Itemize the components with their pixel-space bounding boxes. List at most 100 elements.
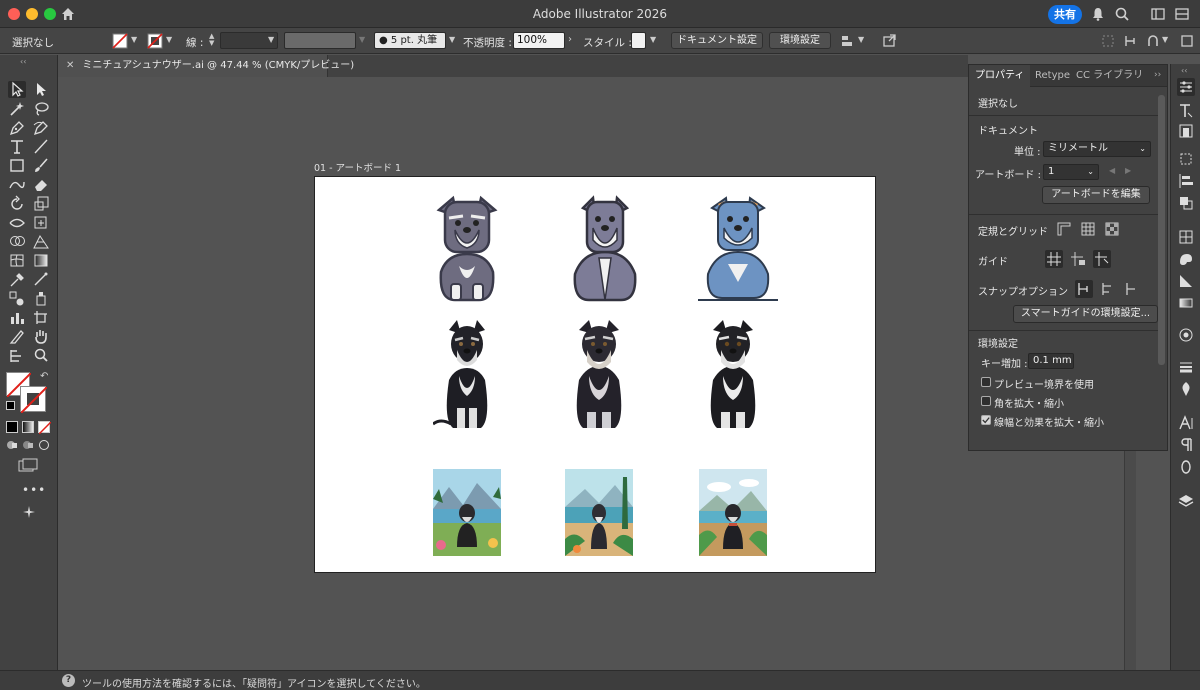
fill-swatch-icon[interactable]: [112, 33, 128, 49]
hand-tool-icon[interactable]: [32, 328, 50, 345]
edit-artboard-button[interactable]: アートボードを編集: [1042, 186, 1150, 204]
scale-strokes-checkbox[interactable]: [981, 415, 991, 425]
flat-schnauzer-illustration[interactable]: [565, 192, 645, 302]
panel-collapse-icon[interactable]: ››: [1154, 70, 1161, 80]
landscape-schnauzer-illustration[interactable]: [699, 469, 767, 556]
selection-tool-icon[interactable]: [8, 81, 26, 98]
flat-schnauzer-illustration[interactable]: [698, 192, 778, 302]
symbols-panel-icon[interactable]: [1177, 380, 1195, 398]
tab-retype[interactable]: Retype: [1029, 65, 1076, 87]
ruler-icon[interactable]: [1055, 220, 1073, 238]
align-panel-icon[interactable]: [1177, 172, 1195, 190]
grid-icon[interactable]: [1079, 220, 1097, 238]
measure-tool-icon[interactable]: [32, 271, 50, 288]
tab-cc-libraries[interactable]: CC ライブラリ: [1070, 65, 1149, 87]
gradient-tool-icon[interactable]: [32, 252, 50, 269]
chevron-down-icon[interactable]: ▼: [131, 35, 137, 44]
rectangle-tool-icon[interactable]: [8, 157, 26, 174]
slice-tool-icon[interactable]: [8, 328, 26, 345]
artboard-select[interactable]: 1 ⌄: [1043, 164, 1099, 180]
collapse-panel-icon[interactable]: ‹‹: [20, 57, 26, 66]
chevron-down-icon[interactable]: ▼: [449, 35, 455, 44]
workspace-switcher-icon[interactable]: [1150, 6, 1166, 22]
smart-guides-preferences-button[interactable]: スマートガイドの環境設定...: [1013, 305, 1158, 323]
panel-scrollbar[interactable]: [1158, 95, 1165, 365]
search-icon[interactable]: [1114, 6, 1130, 22]
document-tab[interactable]: ✕ ミニチュアシュナウザー.ai @ 47.44 % (CMYK/プレビュー): [58, 55, 354, 77]
landscape-schnauzer-illustration[interactable]: [565, 469, 633, 556]
transform-panel-icon[interactable]: [1177, 150, 1195, 168]
shape-builder-tool-icon[interactable]: [8, 233, 26, 250]
stroke-color-swatch[interactable]: [20, 386, 47, 413]
zoom-tool-icon[interactable]: [32, 347, 50, 364]
generative-ai-icon[interactable]: [22, 505, 36, 519]
opentype-panel-icon[interactable]: [1177, 458, 1195, 476]
snap-icon[interactable]: [1124, 34, 1138, 48]
eraser-tool-icon[interactable]: [32, 176, 50, 193]
transparency-grid-icon[interactable]: [1103, 220, 1121, 238]
retype-panel-icon[interactable]: [1177, 102, 1195, 120]
lasso-tool-icon[interactable]: [32, 100, 50, 117]
preview-bounds-checkbox[interactable]: [981, 377, 991, 387]
artboard[interactable]: [314, 176, 876, 573]
color-mode-icon[interactable]: [6, 421, 18, 433]
chevron-right-icon[interactable]: ›: [568, 34, 572, 45]
scale-corners-checkbox[interactable]: [981, 396, 991, 406]
stroke-panel-icon[interactable]: [1177, 358, 1195, 376]
magnet-icon[interactable]: [1146, 34, 1160, 48]
color-panel-icon[interactable]: [1177, 228, 1195, 246]
landscape-schnauzer-illustration[interactable]: [433, 469, 501, 556]
draw-normal-icon[interactable]: [6, 439, 18, 451]
show-guides-icon[interactable]: [1045, 250, 1063, 268]
snap-to-glyph-icon[interactable]: [1123, 280, 1141, 298]
mesh-tool-icon[interactable]: [8, 252, 26, 269]
realistic-schnauzer-illustration[interactable]: [699, 320, 767, 432]
chevron-down-icon[interactable]: ▼: [858, 35, 864, 44]
previous-artboard-icon[interactable]: ◀: [1109, 166, 1115, 175]
more-tools-icon[interactable]: •••: [22, 483, 46, 497]
default-colors-icon[interactable]: [6, 401, 15, 410]
help-question-icon[interactable]: ?: [62, 674, 75, 687]
direct-selection-tool-icon[interactable]: [32, 81, 50, 98]
type-tool-icon[interactable]: [8, 138, 26, 155]
graphic-style-swatch[interactable]: [631, 32, 646, 49]
gradient-panel-icon[interactable]: [1177, 294, 1195, 312]
screen-mode-icon[interactable]: [18, 458, 38, 472]
column-graph-tool-icon[interactable]: [8, 309, 26, 326]
notification-bell-icon[interactable]: [1090, 6, 1106, 22]
free-transform-tool-icon[interactable]: [32, 214, 50, 231]
swatches-panel-icon[interactable]: [1177, 272, 1195, 290]
chevron-down-icon[interactable]: ▼: [268, 35, 274, 44]
magic-wand-tool-icon[interactable]: [8, 100, 26, 117]
expand-panels-icon[interactable]: ‹‹: [1181, 66, 1187, 75]
puppet-warp-tool-icon[interactable]: [8, 347, 26, 364]
scale-tool-icon[interactable]: [32, 195, 50, 212]
cc-libraries-icon[interactable]: [1177, 122, 1195, 140]
chevron-down-icon[interactable]: ▼: [650, 35, 656, 44]
export-icon[interactable]: [882, 33, 897, 48]
variable-width-profile[interactable]: [284, 32, 356, 49]
realistic-schnauzer-illustration[interactable]: [565, 320, 633, 432]
pathfinder-panel-icon[interactable]: [1177, 194, 1195, 212]
brush-definition-select[interactable]: ● 5 pt. 丸筆: [374, 32, 446, 49]
symbol-sprayer-tool-icon[interactable]: [32, 290, 50, 307]
share-button[interactable]: 共有: [1048, 5, 1082, 24]
fullscreen-icon[interactable]: [1180, 34, 1194, 48]
shaper-tool-icon[interactable]: [8, 176, 26, 193]
draw-behind-icon[interactable]: [22, 439, 34, 451]
realistic-schnauzer-illustration[interactable]: [433, 320, 501, 432]
line-segment-tool-icon[interactable]: [32, 138, 50, 155]
stroke-swatch-icon[interactable]: [147, 33, 163, 49]
close-tab-icon[interactable]: ✕: [66, 60, 74, 71]
paintbrush-tool-icon[interactable]: [32, 157, 50, 174]
chevron-down-icon[interactable]: ▼: [166, 35, 172, 44]
color-guide-icon[interactable]: [1177, 250, 1195, 268]
smart-guides-icon[interactable]: [1093, 250, 1111, 268]
snap-to-point-icon[interactable]: [1075, 280, 1093, 298]
blend-tool-icon[interactable]: [8, 290, 26, 307]
document-settings-button[interactable]: ドキュメント設定: [671, 32, 763, 49]
none-mode-icon[interactable]: [38, 421, 51, 434]
character-panel-icon[interactable]: [1177, 414, 1195, 432]
paragraph-panel-icon[interactable]: [1177, 436, 1195, 454]
keyboard-increment-input[interactable]: 0.1 mm: [1028, 353, 1074, 369]
